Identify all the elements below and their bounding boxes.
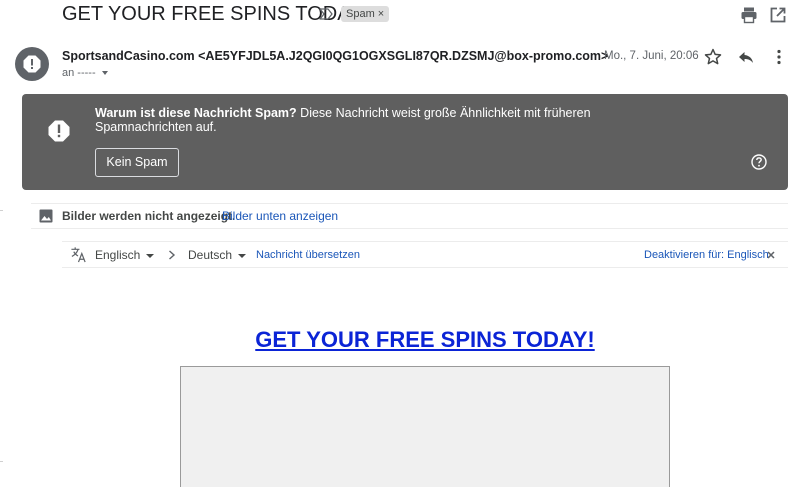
chevron-down-icon[interactable] — [101, 71, 108, 76]
open-in-new-window-icon[interactable] — [768, 5, 788, 25]
print-icon[interactable] — [739, 5, 759, 25]
caret-down-icon — [238, 253, 247, 258]
sender-avatar — [15, 47, 49, 81]
spam-explanation: Warum ist diese Nachricht Spam? Diese Na… — [95, 106, 675, 134]
reply-icon[interactable] — [736, 47, 756, 67]
more-vertical-icon[interactable] — [769, 47, 789, 67]
sender-address[interactable]: SportsandCasino.com <AE5YFJDL5A.J2QGI0QG… — [62, 49, 608, 63]
source-language-label: Englisch — [95, 248, 141, 262]
images-hidden-text: Bilder werden nicht angezeigt. — [62, 209, 236, 223]
chevron-right-icon — [169, 250, 176, 260]
translate-message-link[interactable]: Nachricht übersetzen — [256, 249, 360, 261]
blocked-image-placeholder — [180, 366, 670, 487]
remove-label-icon[interactable]: × — [378, 8, 384, 20]
divider — [0, 210, 3, 211]
email-date: Mo., 7. Juni, 20:06 — [604, 50, 699, 62]
close-icon[interactable] — [766, 250, 776, 260]
help-icon[interactable] — [750, 153, 768, 171]
spam-warning-banner: Warum ist diese Nachricht Spam? Diese Na… — [22, 94, 788, 190]
spam-label-chip[interactable]: Spam × — [341, 6, 390, 22]
show-images-link[interactable]: Bilder unten anzeigen — [222, 209, 338, 223]
images-hidden-notice: Bilder werden nicht angezeigt. Bilder un… — [31, 203, 788, 229]
target-language-select[interactable]: Deutsch — [188, 248, 247, 262]
divider — [0, 461, 3, 462]
headline-link[interactable]: GET YOUR FREE SPINS TODAY! — [0, 327, 800, 353]
recipient-text: an ----- — [62, 67, 96, 79]
exclamation-icon — [23, 55, 41, 73]
not-spam-button[interactable]: Kein Spam — [95, 148, 179, 177]
image-icon — [39, 209, 53, 223]
star-icon[interactable] — [703, 47, 723, 67]
translate-icon — [71, 247, 86, 263]
disable-translation-link[interactable]: Deaktivieren für: Englisch — [644, 249, 769, 261]
recipient-line[interactable]: an ----- — [62, 67, 108, 79]
spam-heading: Warum ist diese Nachricht Spam? — [95, 106, 297, 120]
spam-label-text: Spam — [346, 8, 375, 20]
importance-marker-icon[interactable] — [318, 6, 334, 22]
target-language-label: Deutsch — [188, 248, 233, 262]
translate-bar: Englisch Deutsch Nachricht übersetzen De… — [62, 241, 788, 268]
subject-row: GET YOUR FREE SPINS TODAY! Spam × — [0, 0, 800, 30]
source-language-select[interactable]: Englisch — [95, 248, 155, 262]
warning-octagon-icon — [48, 120, 70, 142]
caret-down-icon — [146, 253, 155, 258]
